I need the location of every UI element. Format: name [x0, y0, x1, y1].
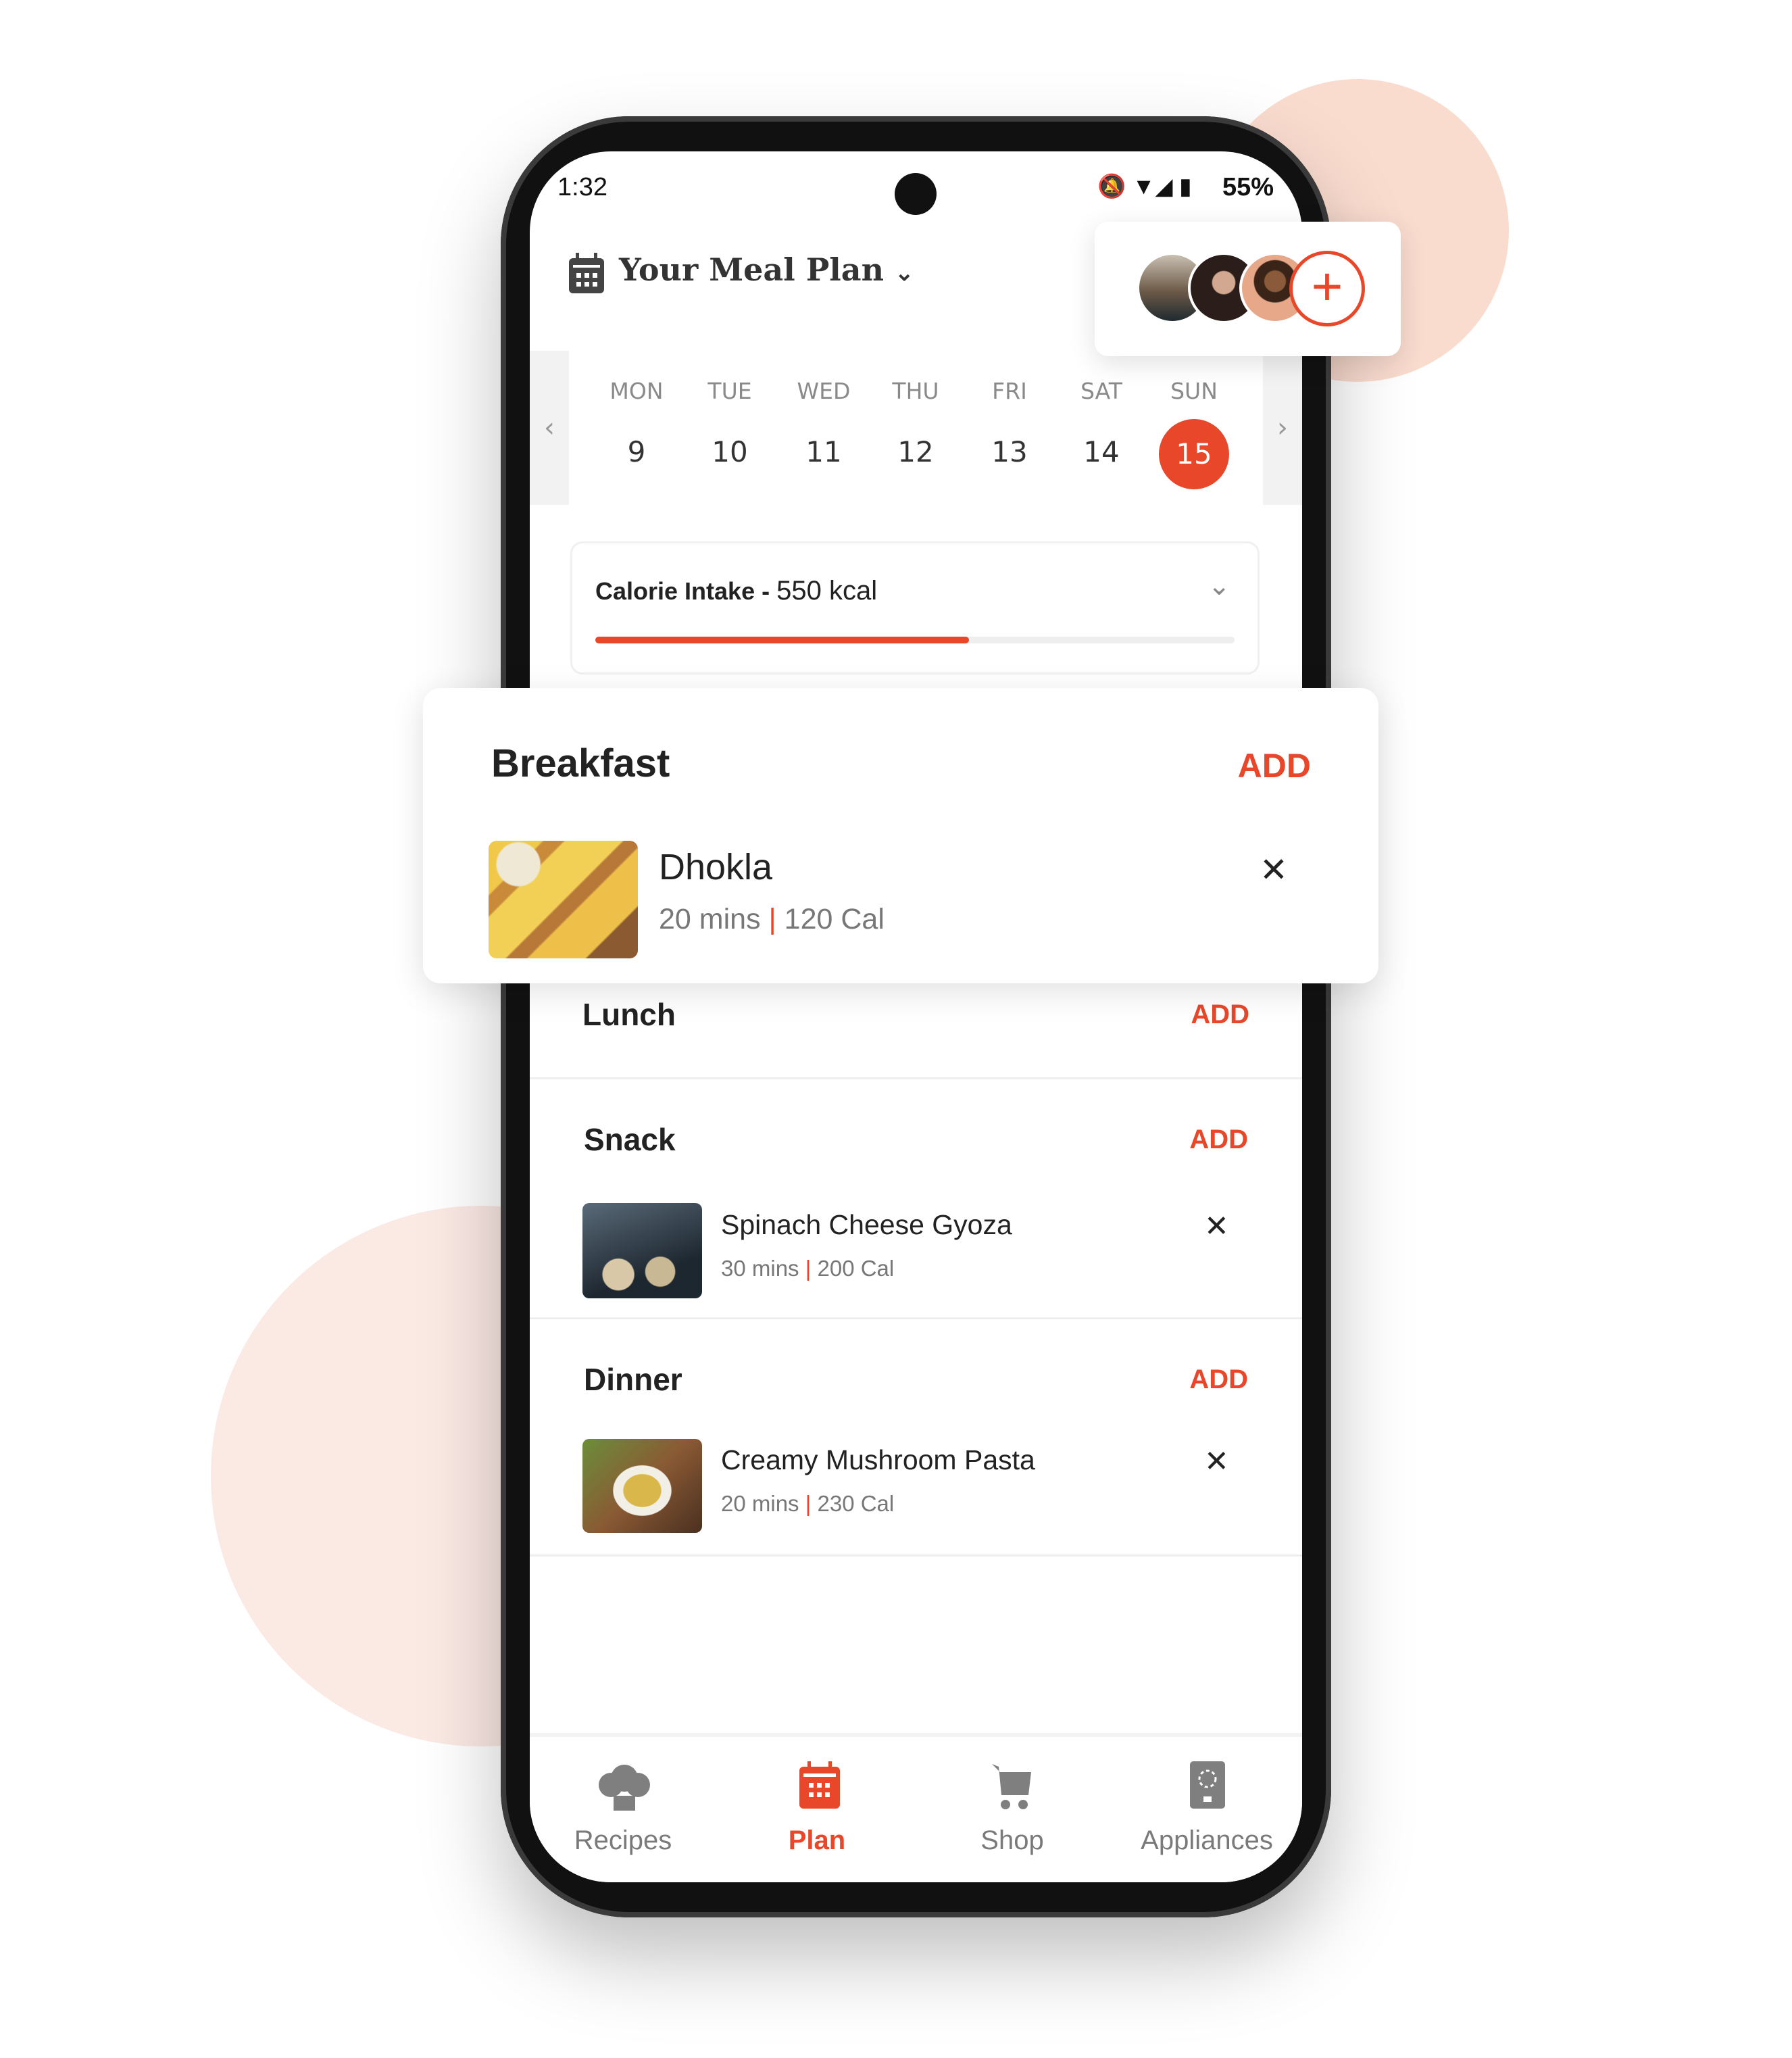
prev-week-button[interactable]: ‹ — [530, 351, 569, 505]
lunch-add-button[interactable]: ADD — [1191, 1000, 1249, 1030]
day-label: MON — [609, 378, 664, 404]
cart-icon — [992, 1764, 1031, 1809]
calendar-icon — [569, 253, 604, 293]
snack-item-name[interactable]: Spinach Cheese Gyoza — [721, 1209, 1012, 1241]
day-label: TUE — [707, 378, 752, 404]
day-label: FRI — [992, 378, 1027, 404]
dinner-item-name[interactable]: Creamy Mushroom Pasta — [721, 1444, 1035, 1476]
dinner-item-meta: 20 mins | 230 Cal — [721, 1491, 895, 1516]
remove-dinner-close-icon[interactable]: ✕ — [1204, 1444, 1229, 1479]
battery-percent: 55% — [1222, 173, 1274, 201]
day-12-button[interactable]: 12 — [875, 435, 956, 468]
calorie-value: 550 kcal — [776, 576, 878, 606]
snack-add-button[interactable]: ADD — [1189, 1125, 1248, 1155]
nav-shop[interactable]: Shop — [911, 1826, 1114, 1856]
breakfast-item-name[interactable]: Dhokla — [659, 846, 772, 888]
status-time: 1:32 — [557, 173, 607, 201]
chevron-down-icon: ⌄ — [895, 260, 914, 287]
gyoza-image[interactable] — [582, 1203, 702, 1298]
calorie-progress-fill — [595, 637, 970, 643]
breakfast-card: Breakfast ADD Dhokla 20 mins | 120 Cal ✕ — [423, 688, 1378, 983]
nav-recipes[interactable]: Recipes — [530, 1826, 724, 1856]
day-15-button[interactable]: 15 — [1159, 419, 1229, 489]
calendar-icon — [799, 1761, 840, 1809]
chevron-down-icon: ⌄ — [1208, 570, 1230, 602]
breakfast-title: Breakfast — [491, 741, 670, 785]
day-label: SUN — [1170, 378, 1218, 404]
nav-plan[interactable]: Plan — [716, 1826, 918, 1856]
day-14-button[interactable]: 14 — [1061, 435, 1142, 468]
chef-hat-icon — [599, 1765, 650, 1811]
nav-appliances[interactable]: Appliances — [1105, 1826, 1302, 1856]
remove-snack-close-icon[interactable]: ✕ — [1204, 1209, 1229, 1244]
snack-title: Snack — [584, 1122, 676, 1157]
dinner-title: Dinner — [584, 1362, 682, 1397]
remove-breakfast-close-icon[interactable]: ✕ — [1260, 850, 1288, 889]
day-13-button[interactable]: 13 — [969, 435, 1050, 468]
day-10-button[interactable]: 10 — [689, 435, 770, 468]
page-title: Your Meal Plan — [619, 251, 885, 288]
day-11-button[interactable]: 11 — [783, 435, 864, 468]
add-member-button[interactable]: + — [1289, 251, 1365, 326]
phone-screen: 1:32 🔕 ▼◢ ▮ 55% Your Meal Plan ⌄ ‹ › MON… — [530, 151, 1302, 1882]
lunch-title: Lunch — [582, 997, 676, 1032]
meal-plan-dropdown[interactable]: Your Meal Plan ⌄ — [619, 251, 914, 288]
pasta-image[interactable] — [582, 1439, 702, 1533]
calorie-label: Calorie Intake — [595, 577, 755, 605]
divider — [530, 1554, 1302, 1557]
divider — [530, 1077, 1302, 1079]
appliance-icon — [1190, 1761, 1225, 1809]
breakfast-item-meta: 20 mins | 120 Cal — [659, 903, 885, 935]
day-label: SAT — [1080, 378, 1122, 404]
status-icons: 🔕 ▼◢ ▮ — [1097, 174, 1192, 199]
dhokla-image[interactable] — [489, 841, 638, 958]
breakfast-add-button[interactable]: ADD — [1238, 746, 1311, 785]
members-card[interactable]: + — [1095, 222, 1401, 356]
divider — [530, 1317, 1302, 1319]
day-label: THU — [892, 378, 939, 404]
calorie-card[interactable]: Calorie Intake - 550 kcal ⌄ — [570, 541, 1260, 675]
separator: - — [762, 577, 770, 605]
snack-item-meta: 30 mins | 200 Cal — [721, 1256, 895, 1281]
day-9-button[interactable]: 9 — [596, 435, 677, 468]
next-week-button[interactable]: › — [1263, 351, 1302, 505]
day-label: WED — [797, 378, 851, 404]
camera — [895, 173, 937, 215]
dinner-add-button[interactable]: ADD — [1189, 1365, 1248, 1395]
calorie-progress-bar — [595, 637, 1235, 643]
